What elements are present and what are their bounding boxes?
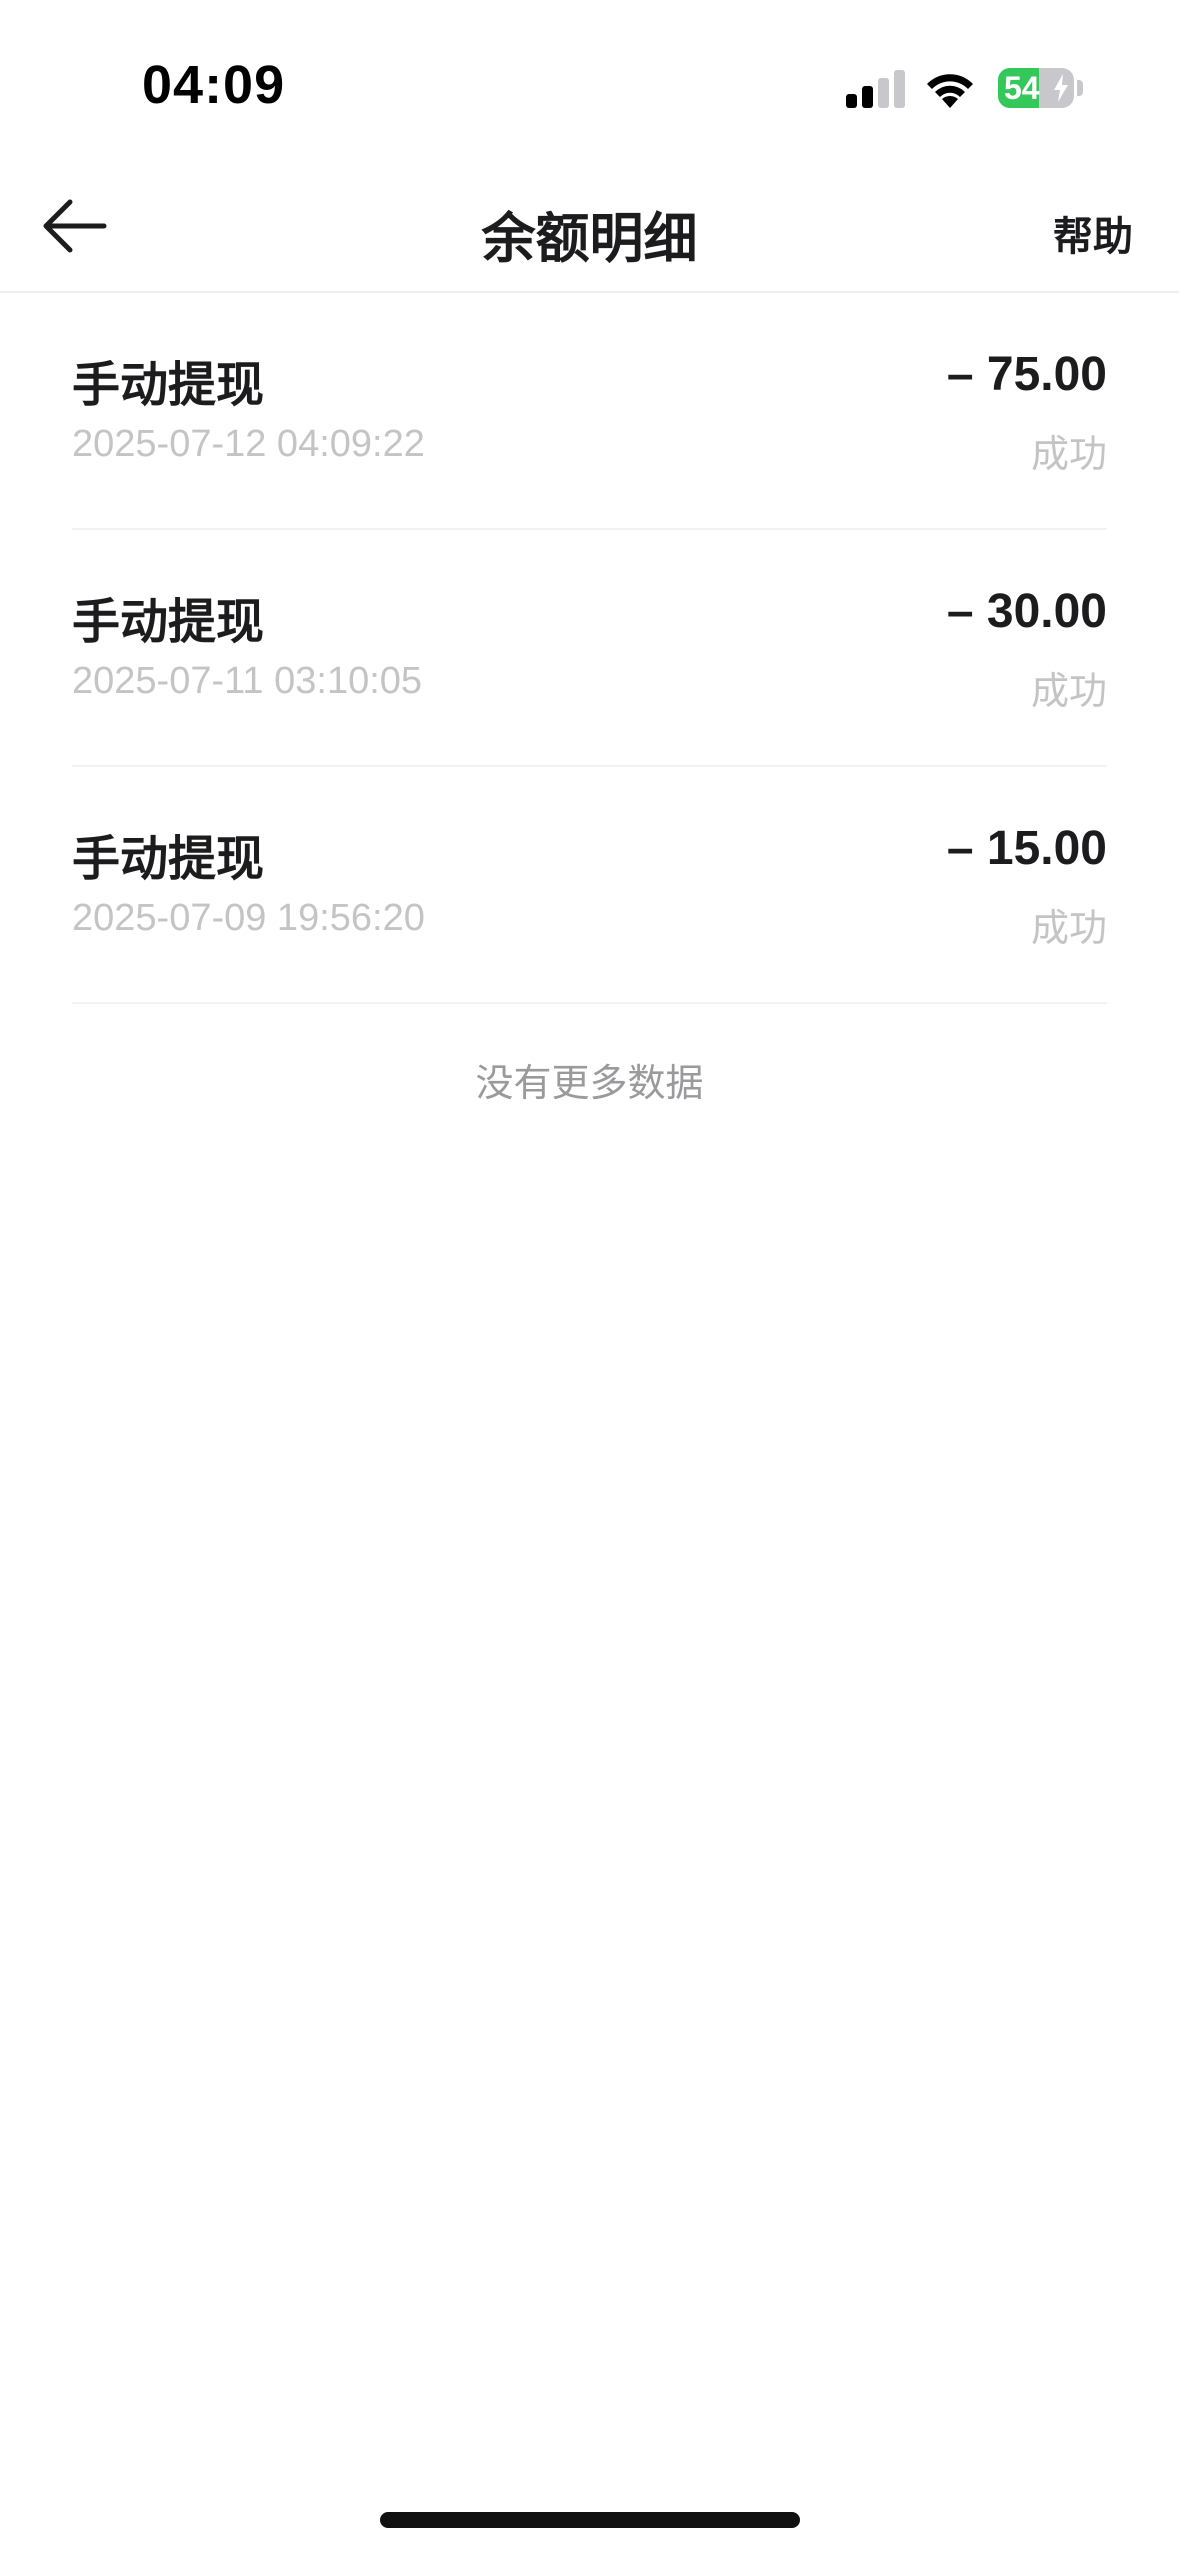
balance-detail-screen: 04:09 54 余额明细 帮助 手动提现 2025-07-12 04:09:2… [0,0,1179,2556]
battery-charging-icon: 54 [998,68,1074,108]
transaction-amount: – 15.00 [946,822,1107,875]
transaction-amount: – 75.00 [946,348,1107,401]
transaction-title: 手动提现 [72,833,265,886]
wifi-icon [927,74,973,108]
cellular-signal-icon [846,68,906,108]
battery-cap [1077,80,1083,96]
transaction-title: 手动提现 [72,359,265,412]
transaction-time: 2025-07-11 03:10:05 [72,660,423,702]
no-more-data-text: 没有更多数据 [475,1063,704,1105]
transaction-list: 手动提现 2025-07-12 04:09:22 – 75.00 成功 手动提现… [72,293,1107,1004]
list-item[interactable]: 手动提现 2025-07-09 19:56:20 – 15.00 成功 [72,767,1107,1004]
transaction-amount: – 30.00 [946,585,1107,638]
transaction-status: 成功 [1030,671,1107,713]
battery-level-text: 54 [1004,70,1040,106]
charging-bolt-icon [1054,74,1068,102]
page-title: 余额明细 [481,209,698,269]
transaction-status: 成功 [1030,908,1107,950]
transaction-time: 2025-07-09 19:56:20 [72,897,425,939]
nav-bar: 余额明细 帮助 [0,160,1179,293]
home-indicator[interactable] [380,2512,800,2528]
status-time: 04:09 [142,55,286,115]
help-button[interactable]: 帮助 [1053,204,1133,262]
list-item[interactable]: 手动提现 2025-07-12 04:09:22 – 75.00 成功 [72,293,1107,530]
transaction-status: 成功 [1030,434,1107,476]
status-bar: 04:09 54 [0,0,1179,160]
list-item[interactable]: 手动提现 2025-07-11 03:10:05 – 30.00 成功 [72,530,1107,767]
transaction-time: 2025-07-12 04:09:22 [72,423,425,465]
transaction-title: 手动提现 [72,596,265,649]
